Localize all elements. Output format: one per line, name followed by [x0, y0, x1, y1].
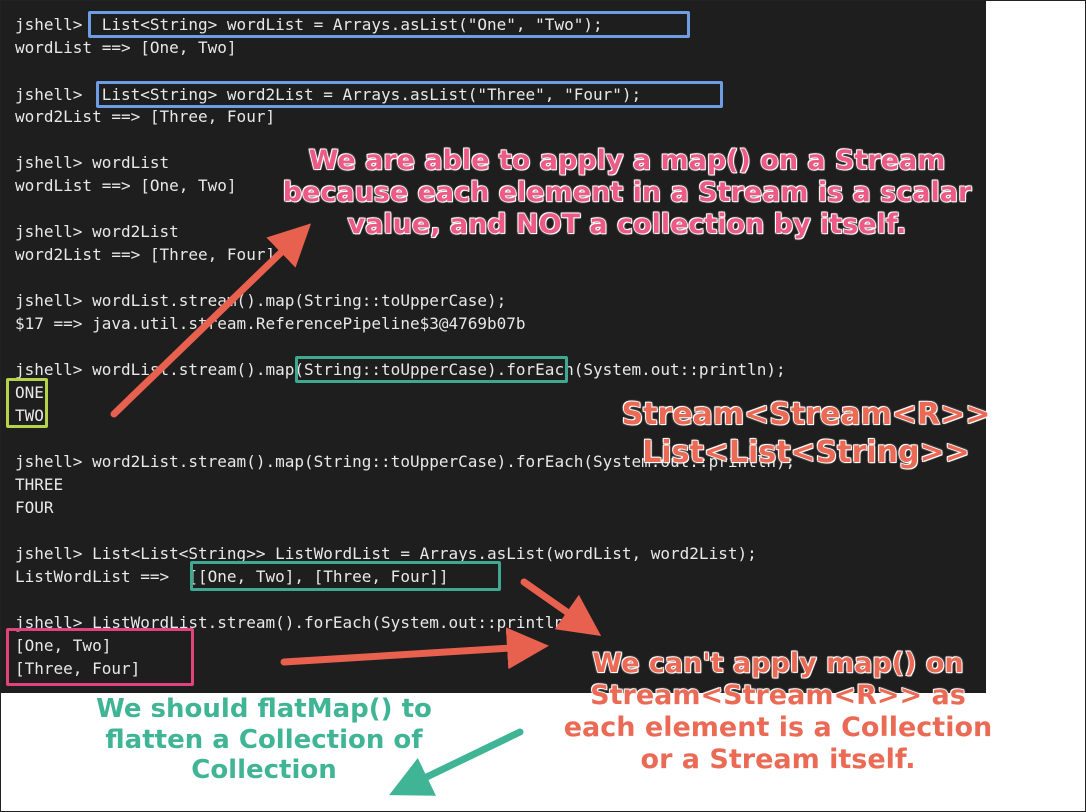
flatmap-hint-note: We should flatMap() to flatten a Collect…	[95, 693, 432, 786]
type-line-stream: Stream<Stream<R>>	[621, 396, 991, 432]
type-line-list: List<List<String>>	[641, 435, 970, 471]
arrow-to-println	[520, 578, 602, 637]
arrow-to-map-output	[110, 223, 312, 418]
arrow-to-nested-output	[280, 627, 549, 670]
cant-map-note: We can't apply map() on Stream<Stream<R>…	[563, 647, 993, 775]
map-explanation-note: We are able to apply a map() on a Stream…	[282, 144, 972, 240]
type-signature-note: Stream<Stream<R>> List<List<String>>	[620, 396, 992, 473]
